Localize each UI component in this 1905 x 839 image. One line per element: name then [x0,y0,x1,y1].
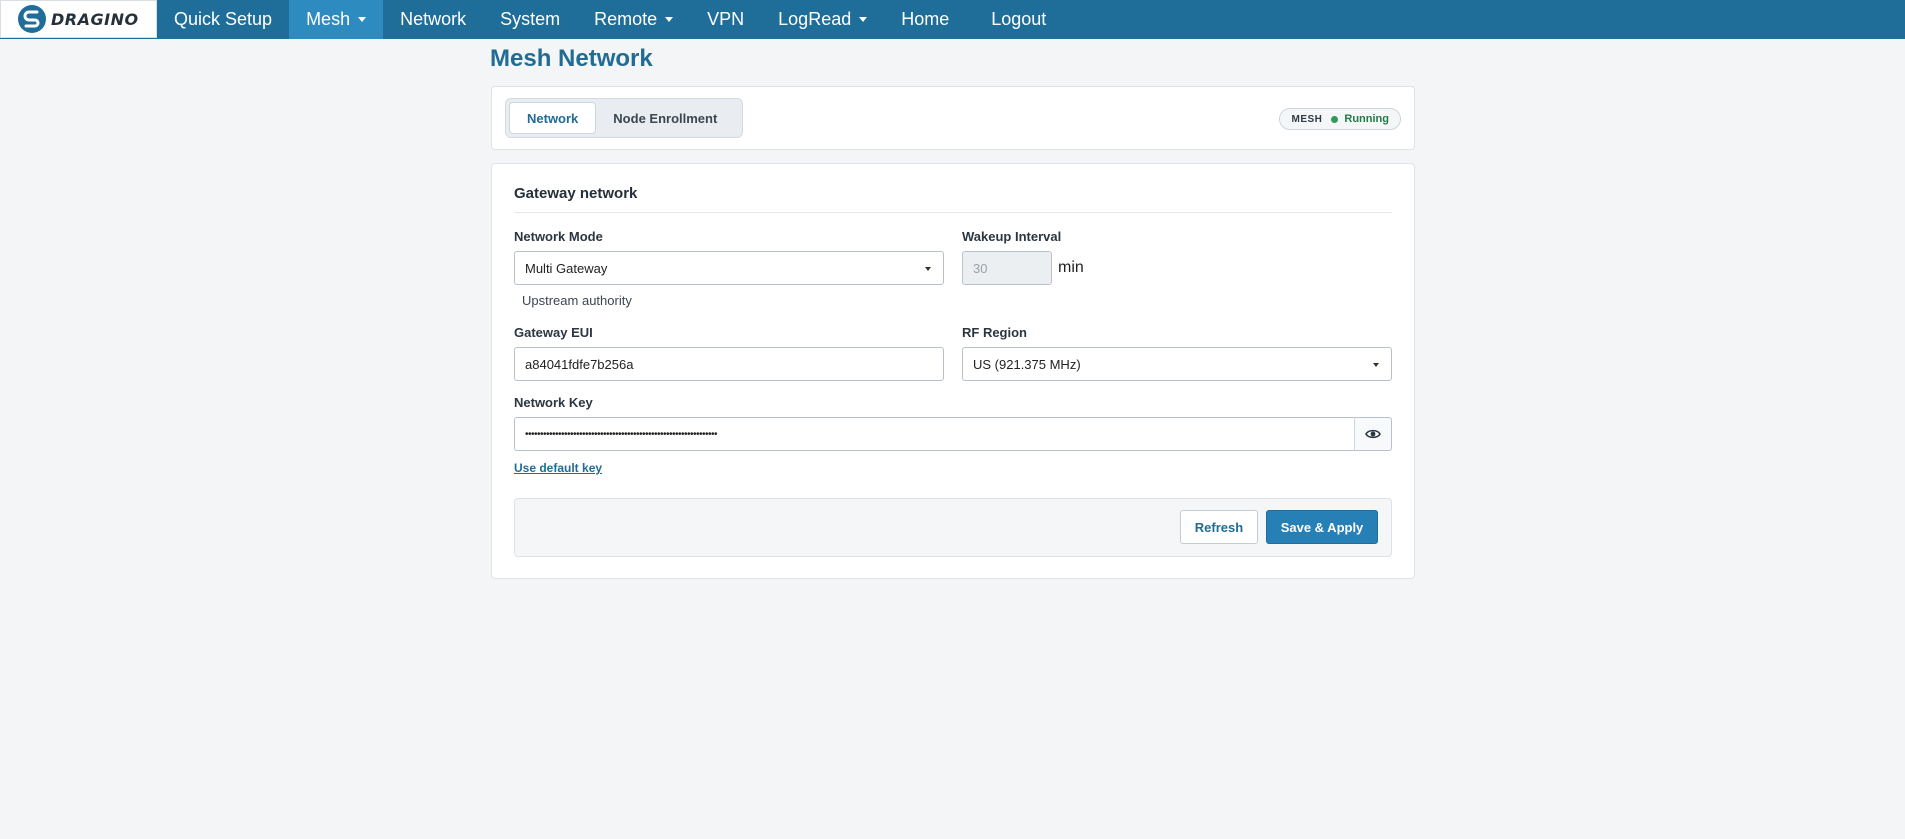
logo-text: DRAGINO [51,9,139,29]
status-value: Running [1344,113,1389,125]
nav-system[interactable]: System [483,0,577,39]
save-apply-button[interactable]: Save & Apply [1266,510,1378,544]
network-key-label: Network Key [514,395,593,410]
caret-down-icon [665,17,674,22]
status-label: MESH [1291,113,1323,125]
toggle-key-visibility-button[interactable] [1354,417,1392,451]
nav-label: VPN [707,9,745,29]
wakeup-interval-unit: min [1058,259,1084,276]
network-mode-value: Multi Gateway [525,260,608,276]
network-mode-help: Upstream authority [522,293,632,308]
nav-vpn[interactable]: VPN [690,0,761,39]
network-mode-label: Network Mode [514,229,603,244]
section-title: Gateway network [514,185,638,202]
nav-label: Mesh [306,9,351,29]
rf-region-value: US (921.375 MHz) [973,356,1081,372]
dragino-logo-icon [18,5,46,33]
nav-quick-setup[interactable]: Quick Setup [157,0,289,39]
wakeup-interval-input: 30 [962,251,1052,285]
use-default-key-link[interactable]: Use default key [514,461,602,475]
caret-down-icon [358,17,367,22]
rf-region-label: RF Region [962,325,1027,340]
nav-label: Logout [991,9,1047,29]
dragino-logo[interactable]: DRAGINO [0,0,157,38]
network-key-input[interactable]: ••••••••••••••••••••••••••••••••••••••••… [514,417,1355,451]
caret-down-icon [859,17,868,22]
tabs-card: Network Node Enrollment MESH Running [491,86,1415,150]
page-title: Mesh Network [490,45,653,72]
wakeup-interval-value: 30 [973,260,988,276]
gateway-eui-input[interactable]: a84041fdfe7b256a [514,347,944,381]
chevron-down-icon [1373,363,1379,367]
tab-group: Network Node Enrollment [505,98,743,138]
nav-label: Home [901,9,950,29]
network-mode-select[interactable]: Multi Gateway [514,251,944,285]
main-nav: Quick Setup Mesh Network System Remote V… [157,0,1063,39]
status-dot-icon [1331,115,1339,123]
wakeup-interval-label: Wakeup Interval [962,229,1062,244]
refresh-button[interactable]: Refresh [1180,510,1258,544]
nav-remote[interactable]: Remote [577,0,690,39]
gateway-network-card: Gateway network Network Mode Multi Gatew… [491,163,1415,579]
nav-mesh[interactable]: Mesh [289,0,384,39]
nav-label: System [500,9,561,29]
nav-network[interactable]: Network [383,0,483,39]
eye-icon [1365,429,1381,439]
tab-network[interactable]: Network [509,102,597,134]
nav-label: Remote [594,9,658,29]
nav-logout[interactable]: Logout [966,0,1063,39]
section-divider [514,212,1392,213]
rf-region-select[interactable]: US (921.375 MHz) [962,347,1392,381]
tab-node-enrollment[interactable]: Node Enrollment [596,102,734,134]
top-navbar: DRAGINO Quick Setup Mesh Network System … [0,0,1905,39]
nav-label: Quick Setup [174,9,273,29]
mesh-status-badge: MESH Running [1279,108,1401,130]
network-key-masked-value: ••••••••••••••••••••••••••••••••••••••••… [525,428,718,440]
nav-label: Network [400,9,467,29]
nav-home[interactable]: Home [884,0,966,39]
nav-label: LogRead [778,9,852,29]
nav-logread[interactable]: LogRead [761,0,884,39]
form-actions: Refresh Save & Apply [514,498,1392,557]
chevron-down-icon [925,267,931,271]
gateway-eui-value: a84041fdfe7b256a [525,356,634,372]
gateway-eui-label: Gateway EUI [514,325,593,340]
